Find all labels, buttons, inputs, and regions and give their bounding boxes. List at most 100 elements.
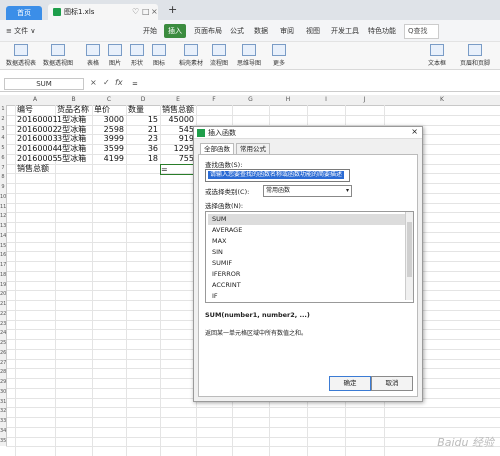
table-cell[interactable]: 20160002 <box>17 125 58 134</box>
table-cell[interactable]: 545 <box>162 125 194 134</box>
row-header-20[interactable]: 20 <box>0 290 7 300</box>
table-cell[interactable]: 3999 <box>94 134 124 143</box>
row-header-19[interactable]: 19 <box>0 280 7 291</box>
row-header-26[interactable]: 26 <box>0 348 7 359</box>
column-header-i[interactable]: I <box>307 95 346 106</box>
row-header-21[interactable]: 21 <box>0 300 7 310</box>
new-tab-button[interactable]: + <box>168 3 177 16</box>
table-cell[interactable]: 36 <box>128 144 158 153</box>
row-header-3[interactable]: 3 <box>0 124 7 135</box>
menu-start[interactable]: 开始 <box>143 20 157 42</box>
table-cell[interactable]: 4199 <box>94 154 124 163</box>
row-header-17[interactable]: 17 <box>0 261 7 271</box>
ok-button[interactable]: 确定 <box>329 376 371 391</box>
pivot-chart-button[interactable]: 数据透视图 <box>40 44 76 67</box>
table-cell[interactable]: 2598 <box>94 125 124 134</box>
menu-view[interactable]: 视图 <box>306 20 320 42</box>
file-menu[interactable]: ≡ 文件 ∨ <box>6 20 35 42</box>
table-cell[interactable]: 3599 <box>94 144 124 153</box>
row-header-24[interactable]: 24 <box>0 329 7 339</box>
row-header-22[interactable]: 22 <box>0 309 7 320</box>
row-header-16[interactable]: 16 <box>0 251 7 261</box>
table-cell[interactable]: 1295 <box>162 144 194 153</box>
row-header-5[interactable]: 5 <box>0 144 7 154</box>
row-header-18[interactable]: 18 <box>0 270 7 281</box>
close-icon[interactable]: × <box>411 127 418 136</box>
row-header-33[interactable]: 33 <box>0 417 7 427</box>
table-cell[interactable]: 3000 <box>94 115 124 124</box>
row-header-14[interactable]: 14 <box>0 231 7 242</box>
table-cell[interactable]: 数量 <box>128 105 158 114</box>
list-item[interactable]: AVERAGE <box>208 225 408 236</box>
menu-formula[interactable]: 公式 <box>230 20 244 42</box>
list-item[interactable]: IF <box>208 291 408 302</box>
more-button[interactable]: 更多 <box>266 44 292 67</box>
row-header-27[interactable]: 27 <box>0 358 7 369</box>
list-item[interactable]: SUMIF <box>208 258 408 269</box>
table-cell[interactable]: 21 <box>128 125 158 134</box>
menu-review[interactable]: 审阅 <box>280 20 294 42</box>
file-tab[interactable]: 图标1.xls ♡ □ × <box>48 4 158 20</box>
table-cell[interactable]: 2型冰箱 <box>57 125 90 134</box>
home-tab[interactable]: 首页 <box>6 6 42 20</box>
row-header-15[interactable]: 15 <box>0 241 7 252</box>
cancel-formula-icon[interactable]: × <box>90 78 97 87</box>
column-header-f[interactable]: F <box>196 95 233 106</box>
fx-icon[interactable]: fx <box>115 78 123 87</box>
row-header-25[interactable]: 25 <box>0 339 7 349</box>
pin-icon[interactable]: ♡ <box>132 4 139 20</box>
pivot-table-button[interactable]: 数据透视表 <box>4 44 38 67</box>
row-header-6[interactable]: 6 <box>0 153 7 164</box>
category-select[interactable]: 常用函数 ▾ <box>263 185 352 197</box>
search-input[interactable]: Q查找 <box>404 24 439 39</box>
menu-insert[interactable]: 插入 <box>164 24 186 38</box>
table-cell[interactable]: 45000 <box>162 115 194 124</box>
list-item[interactable]: MAX <box>208 236 408 247</box>
column-header-j[interactable]: J <box>345 95 385 106</box>
table-cell[interactable]: 919 <box>162 134 194 143</box>
menu-page-layout[interactable]: 页面布局 <box>194 20 222 42</box>
row-header-32[interactable]: 32 <box>0 407 7 417</box>
table-cell[interactable]: 23 <box>128 134 158 143</box>
column-header-k[interactable]: K <box>384 95 500 106</box>
icon-button[interactable]: 图标 <box>146 44 172 67</box>
name-box[interactable]: SUM <box>4 78 84 90</box>
table-cell[interactable]: 20160005 <box>17 154 58 163</box>
list-item[interactable]: ACCRINT <box>208 280 408 291</box>
row-header-7[interactable]: 7 <box>0 163 7 174</box>
table-cell[interactable]: 1型冰箱 <box>57 115 90 124</box>
function-list[interactable]: SUM AVERAGE MAX SIN SUMIF IFERROR ACCRIN… <box>205 211 414 303</box>
row-header-34[interactable]: 34 <box>0 426 7 437</box>
row-header-28[interactable]: 28 <box>0 368 7 378</box>
table-cell[interactable]: 货品名称 <box>57 105 90 114</box>
cancel-button[interactable]: 取消 <box>371 376 413 391</box>
table-cell[interactable]: 20160003 <box>17 134 58 143</box>
table-cell[interactable]: 20160004 <box>17 144 58 153</box>
list-item[interactable]: IFERROR <box>208 269 408 280</box>
table-cell[interactable]: 销售总额 <box>162 105 194 114</box>
table-cell[interactable]: 5型冰箱 <box>57 154 90 163</box>
table-cell[interactable]: 3型冰箱 <box>57 134 90 143</box>
table-cell[interactable]: 18 <box>128 154 158 163</box>
row-header-9[interactable]: 9 <box>0 183 7 193</box>
row-header-31[interactable]: 31 <box>0 397 7 408</box>
row-header-11[interactable]: 11 <box>0 202 7 213</box>
row-header-4[interactable]: 4 <box>0 134 7 144</box>
column-header-g[interactable]: G <box>232 95 270 106</box>
row-header-10[interactable]: 10 <box>0 192 7 203</box>
confirm-formula-icon[interactable]: ✓ <box>103 78 110 87</box>
restore-icon[interactable]: □ <box>142 4 150 20</box>
docer-material-button[interactable]: 稻壳素材 <box>176 44 206 67</box>
textbox-button[interactable]: 文本框 <box>424 44 450 67</box>
row-header-13[interactable]: 13 <box>0 222 7 232</box>
dialog-title-bar[interactable]: 插入函数 × <box>194 127 422 139</box>
row-header-1[interactable]: 1 <box>0 105 7 115</box>
formula-input[interactable]: = <box>130 78 495 90</box>
list-item[interactable]: SUM <box>208 214 408 225</box>
table-cell[interactable]: 20160001 <box>17 115 58 124</box>
table-cell[interactable]: 15 <box>128 115 158 124</box>
search-function-input[interactable]: 请输入您要查找的函数名称或函数功能的简要描述 <box>205 169 350 182</box>
row-header-29[interactable]: 29 <box>0 378 7 388</box>
row-header-8[interactable]: 8 <box>0 173 7 183</box>
menu-data[interactable]: 数据 <box>254 20 268 42</box>
